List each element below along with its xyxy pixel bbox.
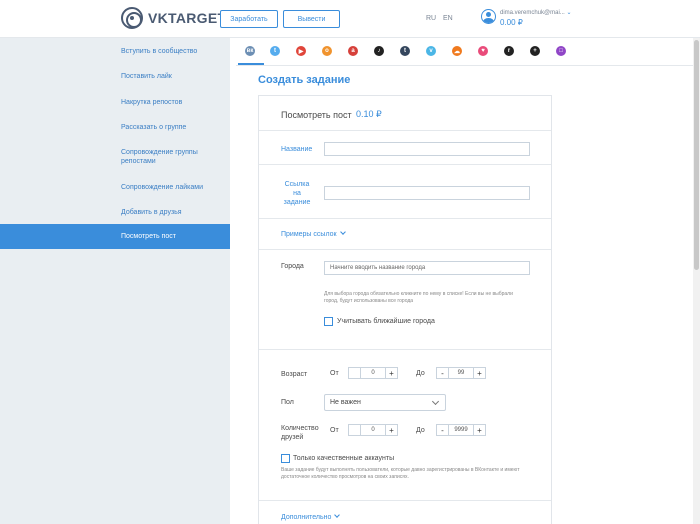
sidebar-item-view-post[interactable]: Посмотреть пост (0, 224, 230, 249)
age-to-stepper: - 99 + (436, 367, 486, 379)
earn-button[interactable]: Заработать (220, 10, 278, 28)
task-form-card: Посмотреть пост 0.10 ₽ Название Ссылка н… (258, 95, 552, 524)
age-to-plus-button[interactable]: + (474, 368, 485, 378)
more-options-link[interactable]: Дополнительно (281, 512, 341, 522)
age-from-value[interactable]: 0 (360, 368, 386, 378)
divider (259, 249, 551, 250)
age-from-plus-button[interactable]: + (386, 368, 397, 378)
quality-accounts-label: Только качественные аккаунты (293, 455, 395, 462)
chevron-down-icon (431, 397, 440, 406)
reddit-icon[interactable]: r (504, 46, 514, 56)
tumblr-icon[interactable]: t (400, 46, 410, 56)
name-input[interactable] (324, 142, 530, 156)
examples-link[interactable]: Примеры ссылок (281, 229, 346, 239)
age-to-minus-button[interactable]: - (437, 368, 448, 378)
lang-en-link[interactable]: EN (443, 15, 453, 22)
page-title: Создать задание (258, 74, 351, 86)
nearby-cities-checkbox[interactable] (324, 317, 333, 326)
twitch-icon[interactable]: □ (556, 46, 566, 56)
target-logo-icon (121, 7, 143, 29)
sidebar-item-reposts[interactable]: Накрутка репостов (0, 95, 230, 109)
age-label: Возраст (281, 371, 308, 378)
city-note: Для выбора города обязательно кликните п… (324, 291, 513, 304)
gender-select[interactable]: Не важен (324, 394, 446, 411)
link-input[interactable] (324, 186, 530, 200)
logo-text: VKTARGET (148, 10, 227, 26)
chevron-down-icon (339, 229, 346, 235)
quality-note: Ваше задание будут выполнять пользовател… (281, 467, 520, 480)
friends-to-minus-button[interactable]: - (437, 425, 448, 435)
sidebar-item-likes-support[interactable]: Сопровождение лайками (0, 180, 230, 194)
user-avatar-icon[interactable] (481, 9, 496, 24)
nearby-cities-label: Учитывать ближайшие города (337, 318, 435, 325)
tabs-divider (236, 65, 696, 66)
divider (259, 500, 551, 501)
friends-to-stepper: - 9999 + (436, 424, 486, 436)
friends-from-plus-button[interactable]: + (386, 425, 397, 435)
friends-from-minus-button[interactable] (349, 425, 360, 435)
divider (259, 164, 551, 165)
friends-from-stepper: 0 + (348, 424, 398, 436)
age-to-value[interactable]: 99 (448, 368, 474, 378)
age-from-label: От (330, 370, 339, 377)
likee-icon[interactable]: ♥ (478, 46, 488, 56)
withdraw-button[interactable]: Вывести (283, 10, 340, 28)
tiktok-icon[interactable]: ♪ (374, 46, 384, 56)
twitter-icon[interactable]: t (270, 46, 280, 56)
chevron-down-icon: ⌄ (566, 10, 572, 16)
ask-icon[interactable]: a (348, 46, 358, 56)
plus-service-icon[interactable]: + (530, 46, 540, 56)
sidebar: Вступить в сообщество Поставить лайк Нак… (0, 38, 230, 524)
sidebar-item-tell-about-group[interactable]: Рассказать о группе (0, 120, 230, 134)
divider (259, 349, 551, 350)
sidebar-item-join-community[interactable]: Вступить в сообщество (0, 44, 230, 58)
lang-ru-link[interactable]: RU (426, 15, 436, 22)
divider (259, 218, 551, 219)
link-label: Ссылка на задание (283, 181, 311, 206)
age-from-stepper: 0 + (348, 367, 398, 379)
user-balance: 0.00 ₽ (500, 18, 523, 27)
sidebar-item-like[interactable]: Поставить лайк (0, 69, 230, 83)
name-label: Название (281, 146, 313, 153)
friends-to-label: До (416, 427, 425, 434)
friends-label: Количество друзей (281, 425, 319, 441)
city-input[interactable]: Начните вводить название города (324, 261, 530, 275)
chevron-down-icon (334, 512, 341, 518)
friends-from-label: От (330, 427, 339, 434)
top-header: VKTARGET Заработать Вывести RU EN dima.v… (0, 0, 700, 38)
friends-to-plus-button[interactable]: + (474, 425, 485, 435)
gender-label: Пол (281, 399, 294, 406)
task-type-name: Посмотреть пост (281, 110, 352, 120)
scrollbar-thumb[interactable] (694, 40, 699, 270)
friends-from-value[interactable]: 0 (360, 425, 386, 435)
age-from-minus-button[interactable] (349, 368, 360, 378)
task-price: 0.10 ₽ (356, 109, 382, 119)
vk-icon[interactable]: вк (245, 46, 255, 56)
friends-to-value[interactable]: 9999 (448, 425, 474, 435)
city-label: Города (281, 263, 304, 270)
youtube-icon[interactable]: ▶ (296, 46, 306, 56)
soundcloud-icon[interactable]: ☁ (452, 46, 462, 56)
vimeo-icon[interactable]: v (426, 46, 436, 56)
quality-accounts-checkbox[interactable] (281, 454, 290, 463)
logo[interactable]: VKTARGET (121, 7, 226, 29)
odnoklassniki-icon[interactable]: o (322, 46, 332, 56)
age-to-label: До (416, 370, 425, 377)
divider (259, 130, 551, 131)
user-email[interactable]: dima.veremchuk@mai... ⌄ (500, 9, 571, 16)
sidebar-item-add-friends[interactable]: Добавить в друзья (0, 205, 230, 219)
sidebar-item-group-reposts[interactable]: Сопровождение группы репостами (0, 146, 230, 168)
page-scrollbar[interactable] (693, 38, 700, 524)
gender-select-value: Не важен (330, 399, 361, 406)
